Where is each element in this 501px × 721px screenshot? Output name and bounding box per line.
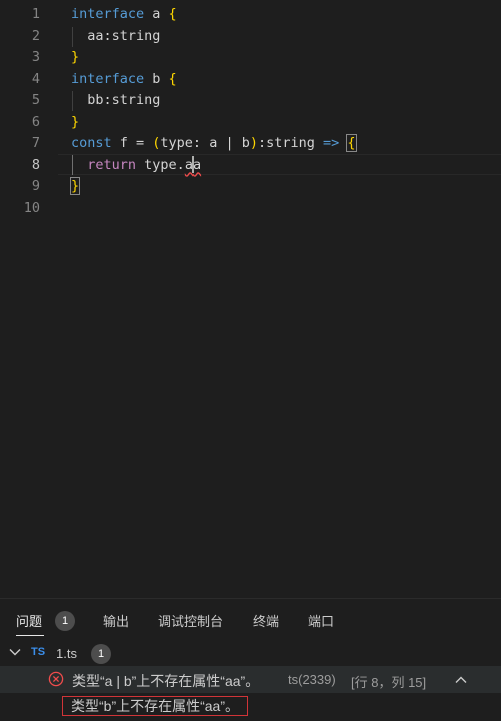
line-number: 9: [31, 178, 40, 194]
code-line[interactable]: 10: [0, 198, 501, 220]
line-content: bb:string: [71, 90, 160, 112]
code-token: f =: [111, 135, 153, 151]
problem-source: ts(2339): [288, 672, 336, 687]
code-editor[interactable]: 1 interface a {2 aa:string 3} 4 interface b …: [0, 0, 501, 598]
line-number: 8: [31, 156, 40, 173]
code-token: {: [168, 6, 177, 22]
code-line[interactable]: 4 interface b {: [0, 69, 501, 91]
related-information-item[interactable]: 类型“b”上不存在属性“aa”。: [62, 696, 249, 716]
tab-debug-console[interactable]: 调试控制台: [158, 611, 223, 630]
chevron-down-icon[interactable]: [8, 645, 22, 659]
line-number: 10: [23, 199, 40, 216]
code-token: ): [249, 135, 258, 151]
code-line[interactable]: 1 interface a {: [0, 4, 501, 26]
line-number: 1: [31, 6, 40, 22]
code-token: a: [144, 6, 169, 22]
chevron-up-icon[interactable]: [454, 673, 468, 687]
line-content: interface b {: [71, 69, 177, 91]
problem-item[interactable]: 类型“a | b”上不存在属性“aa”。 ts(2339) [行 8，列 15]: [0, 666, 501, 693]
code-token: b: [144, 70, 169, 87]
code-line[interactable]: 5 bb:string: [0, 90, 501, 112]
code-token: const: [71, 135, 112, 151]
code-line[interactable]: 2 aa:string: [0, 26, 501, 48]
line-content: return type.aa: [71, 155, 201, 177]
tab-output[interactable]: 输出: [103, 611, 129, 630]
active-tab-indicator: [16, 635, 44, 636]
code-token: :string: [257, 135, 323, 151]
problem-file-row[interactable]: TS 1.ts 1: [0, 643, 501, 665]
line-content: interface a {: [71, 4, 177, 26]
code-line[interactable]: 7 const f = (type: a | b):string => {: [0, 133, 501, 155]
code-token: type.: [136, 156, 185, 173]
line-number: 4: [31, 70, 40, 87]
typescript-file-icon: TS: [31, 646, 46, 658]
code-token: bb:string: [71, 92, 161, 108]
code-line[interactable]: 9}: [0, 176, 501, 198]
line-content: aa:string: [71, 26, 160, 48]
tab-problems[interactable]: 问题: [16, 611, 42, 630]
code-token: }: [71, 49, 80, 65]
code-token: a: [192, 156, 202, 173]
problems-count-badge: 1: [55, 611, 75, 631]
bottom-panel: 问题 1 输出 调试控制台 终端 端口 TS 1.ts 1 类型“a | b”上…: [0, 598, 501, 721]
code-token: return: [87, 156, 137, 173]
code-token: type: a | b: [160, 135, 250, 151]
problem-location: [行 8，列 15]: [351, 675, 427, 690]
line-number: 6: [31, 113, 40, 130]
line-content: }: [71, 47, 79, 69]
code-token: }: [71, 113, 80, 130]
line-content: }: [69, 176, 81, 198]
line-content: const f = (type: a | b):string => {: [71, 133, 357, 155]
tab-terminal[interactable]: 终端: [253, 611, 279, 630]
problem-message: 类型“a | b”上不存在属性“aa”。: [72, 673, 260, 689]
line-number: 3: [31, 49, 40, 65]
code-token: {: [346, 134, 357, 152]
code-token: interface: [71, 6, 145, 22]
line-number: 2: [31, 27, 40, 44]
line-number: 5: [31, 92, 40, 108]
code-token: interface: [71, 70, 145, 87]
line-content: }: [71, 112, 79, 134]
code-token: aa:string: [71, 27, 161, 44]
error-circle-icon: [48, 671, 64, 687]
code-line[interactable]: 6}: [0, 112, 501, 134]
code-token: {: [168, 70, 177, 87]
tab-ports[interactable]: 端口: [308, 611, 334, 630]
code-token: =>: [323, 135, 340, 151]
panel-tabs: 问题 1 输出 调试控制台 终端 端口: [0, 599, 501, 639]
file-problem-count-badge: 1: [91, 644, 111, 664]
code-line[interactable]: 3}: [0, 47, 501, 69]
code-line[interactable]: 8 return type.aa: [0, 155, 501, 177]
file-name: 1.ts: [56, 646, 77, 661]
line-number: 7: [31, 135, 40, 151]
code-token: }: [69, 177, 81, 195]
